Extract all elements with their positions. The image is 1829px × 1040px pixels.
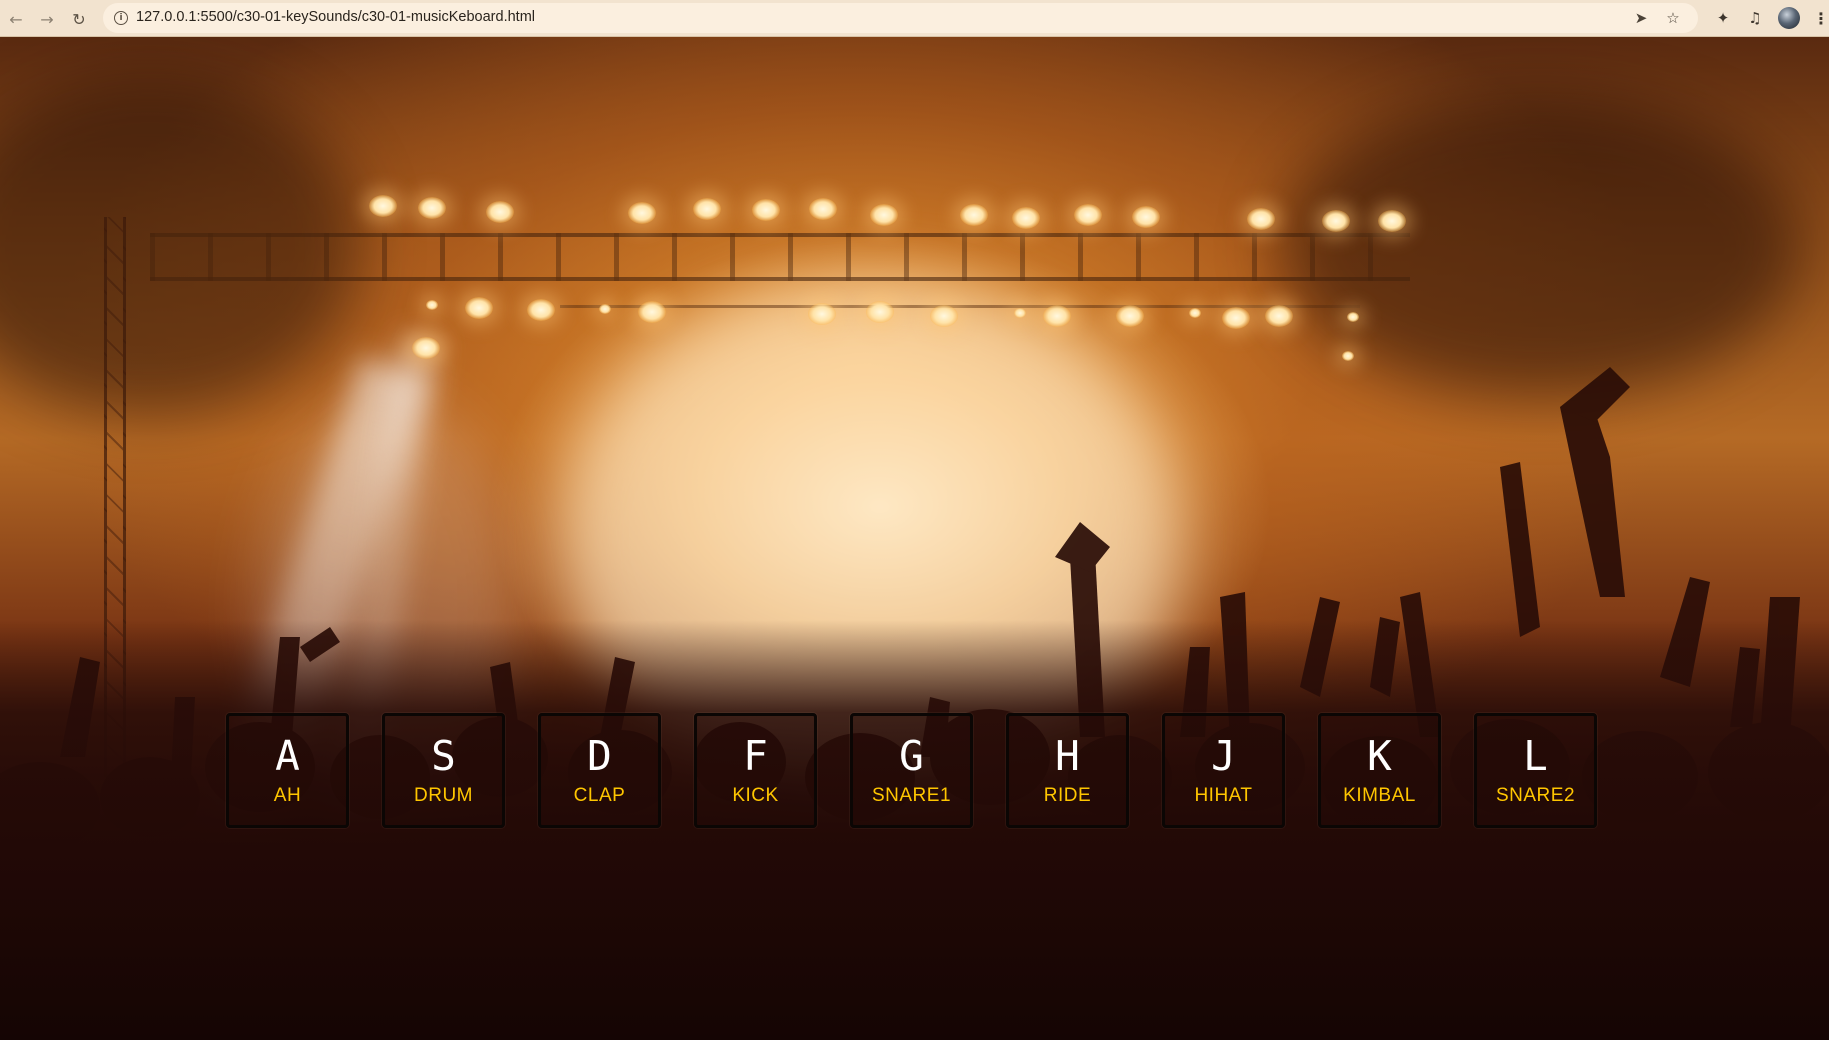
forward-button[interactable]: →: [34, 6, 60, 32]
key-f[interactable]: F KICK: [694, 713, 817, 828]
key-s[interactable]: S DRUM: [382, 713, 505, 828]
page-background: [0, 37, 1829, 1040]
reload-button[interactable]: ↻: [66, 6, 92, 32]
key-sound-label: RIDE: [1043, 785, 1092, 806]
key-letter: G: [899, 732, 924, 780]
key-letter: F: [743, 732, 768, 780]
key-sound-label: HIHAT: [1194, 785, 1253, 806]
key-d[interactable]: D CLAP: [538, 713, 661, 828]
info-icon[interactable]: i: [114, 11, 128, 25]
key-j[interactable]: J HIHAT: [1162, 713, 1285, 828]
key-sound-label: KIMBAL: [1343, 785, 1416, 806]
arrow-right-icon: →: [40, 9, 54, 29]
key-l[interactable]: L SNARE2: [1474, 713, 1597, 828]
key-letter: A: [275, 732, 300, 780]
puzzle-icon[interactable]: ✦: [1713, 8, 1733, 28]
back-button[interactable]: ←: [3, 6, 29, 32]
kebab-menu-icon[interactable]: ⋮: [1811, 8, 1829, 28]
key-letter: K: [1367, 732, 1392, 780]
key-letter: H: [1055, 732, 1080, 780]
key-letter: J: [1211, 732, 1236, 780]
crowd-foreground: [0, 620, 1829, 1040]
key-sound-label: KICK: [732, 785, 779, 806]
avatar[interactable]: [1778, 7, 1800, 29]
key-h[interactable]: H RIDE: [1006, 713, 1129, 828]
key-letter: L: [1523, 732, 1548, 780]
reload-icon: ↻: [72, 9, 86, 29]
key-sound-label: AH: [273, 785, 302, 806]
key-sound-label: SNARE2: [1495, 785, 1576, 806]
key-sound-label: SNARE1: [871, 785, 952, 806]
browser-toolbar: ← → ↻ i 127.0.0.1:5500/c30-01-keySounds/…: [0, 0, 1829, 37]
key-sound-label: DRUM: [414, 785, 473, 806]
key-letter: S: [431, 732, 456, 780]
drum-keys: A AH S DRUM D CLAP F KICK G SNARE1 H RIDE J HIHAT K KIM…: [226, 713, 1597, 828]
star-icon[interactable]: ☆: [1664, 9, 1682, 27]
url-text[interactable]: 127.0.0.1:5500/c30-01-keySounds/c30-01-m…: [136, 9, 535, 25]
media-queue-icon[interactable]: ♫: [1745, 8, 1765, 28]
address-bar[interactable]: i 127.0.0.1:5500/c30-01-keySounds/c30-01…: [103, 3, 1698, 33]
key-sound-label: CLAP: [573, 785, 626, 806]
arrow-left-icon: ←: [9, 9, 23, 29]
key-letter: D: [587, 732, 612, 780]
send-icon[interactable]: ➤: [1632, 9, 1650, 27]
key-g[interactable]: G SNARE1: [850, 713, 973, 828]
key-k[interactable]: K KIMBAL: [1318, 713, 1441, 828]
key-a[interactable]: A AH: [226, 713, 349, 828]
